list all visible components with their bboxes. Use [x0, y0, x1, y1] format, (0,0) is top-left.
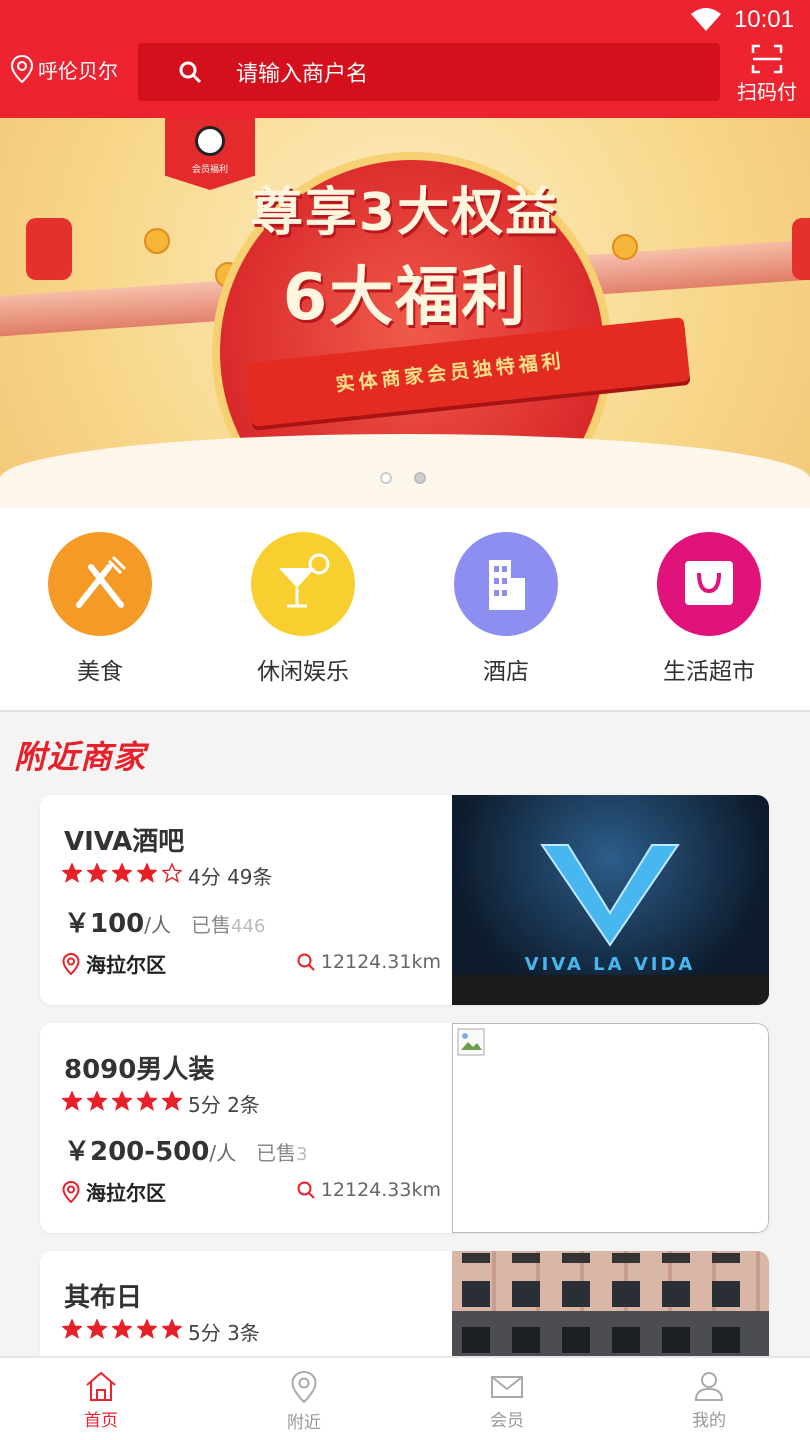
search-icon: [297, 953, 315, 971]
scan-icon: [751, 44, 783, 74]
merchant-name: 其布日: [64, 1283, 143, 1313]
merchant-area: 海拉尔区: [62, 1177, 166, 1206]
merchant-image-broken[interactable]: [452, 1023, 769, 1233]
category-label: 酒店: [483, 659, 529, 685]
image-caption: VIVA LA VIDA: [525, 954, 696, 975]
category-label: 美食: [77, 659, 123, 685]
rating-text: 5分 2条: [188, 1093, 260, 1117]
star-filled-icon: [135, 862, 159, 888]
shopping-bag-icon: [657, 532, 761, 636]
search-icon: [297, 1181, 315, 1199]
user-icon: [694, 1372, 724, 1401]
merchant-rating: 4分 49条: [60, 861, 273, 890]
status-time: 10:01: [733, 6, 794, 33]
home-icon: [86, 1371, 116, 1401]
panda-icon: [195, 126, 225, 156]
location-pin-icon: [291, 1370, 317, 1404]
promo-banner[interactable]: 会员福利 尊享3大权益 6大福利 实体商家会员独特福利: [0, 118, 810, 508]
star-filled-icon: [60, 1090, 84, 1116]
merchant-rating: 5分 3条: [60, 1317, 260, 1346]
star-filled-icon: [60, 1318, 84, 1344]
tab-nearby[interactable]: 附近: [254, 1370, 354, 1433]
merchant-card[interactable]: VIVA酒吧 4分 49条 ￥100/人 已售446 海拉尔区 12124.31k…: [40, 795, 769, 1005]
top-bar: 呼伦贝尔 请输入商户名 扫码付: [0, 40, 810, 118]
location-selector[interactable]: 呼伦贝尔: [10, 54, 118, 84]
category-label: 休闲娱乐: [257, 659, 349, 685]
star-filled-icon: [60, 862, 84, 888]
nearby-merchants-title: 附近商家: [14, 738, 147, 776]
merchant-name: 8090男人装: [64, 1055, 215, 1085]
star-outline-icon: [160, 862, 184, 888]
merchant-name: VIVA酒吧: [64, 827, 185, 857]
star-filled-icon: [85, 1318, 109, 1344]
cloud-decoration: [0, 434, 810, 508]
location-pin-icon: [62, 1180, 80, 1203]
rating-text: 5分 3条: [188, 1321, 260, 1345]
merchant-rating: 5分 2条: [60, 1089, 260, 1118]
merchant-distance: 12124.31km: [297, 951, 441, 973]
merchant-area: 海拉尔区: [62, 949, 166, 978]
category-hotel[interactable]: 酒店: [426, 532, 586, 686]
scan-pay-button[interactable]: 扫码付: [736, 44, 798, 105]
location-pin-icon: [62, 952, 80, 975]
rating-text: 4分 49条: [188, 865, 273, 889]
envelope-icon: [491, 1376, 523, 1398]
star-filled-icon: [85, 862, 109, 888]
search-input[interactable]: 请输入商户名: [138, 43, 720, 101]
tab-home[interactable]: 首页: [51, 1370, 151, 1431]
tab-member[interactable]: 会员: [457, 1370, 557, 1431]
banner-subheadline: 6大福利: [282, 261, 528, 335]
merchant-price: ￥200-500/人 已售3: [64, 1137, 308, 1167]
merchant-card[interactable]: 8090男人装 5分 2条 ￥200-500/人 已售3 海拉尔区 12124.3…: [40, 1023, 769, 1233]
star-filled-icon: [160, 1090, 184, 1116]
merchant-price: ￥100/人 已售446: [64, 909, 266, 939]
star-filled-icon: [85, 1090, 109, 1116]
bottom-tab-bar: 首页 附近 会员 我的: [0, 1356, 810, 1440]
cocktail-icon: [251, 532, 355, 636]
star-filled-icon: [135, 1318, 159, 1344]
category-food[interactable]: 美食: [20, 532, 180, 686]
utensils-icon: [48, 532, 152, 636]
category-grid: 美食 休闲娱乐 酒店 生活超市: [0, 508, 810, 712]
category-leisure[interactable]: 休闲娱乐: [223, 532, 383, 686]
star-rating: [60, 862, 184, 888]
location-label: 呼伦贝尔: [38, 58, 118, 83]
carousel-dot[interactable]: [414, 472, 426, 484]
star-filled-icon: [110, 862, 134, 888]
location-pin-icon: [10, 54, 34, 84]
star-filled-icon: [135, 1090, 159, 1116]
tab-mine[interactable]: 我的: [659, 1370, 759, 1431]
carousel-indicator: [380, 472, 426, 484]
wifi-icon: [691, 8, 721, 31]
star-rating: [60, 1090, 184, 1116]
broken-image-icon: [457, 1028, 485, 1056]
search-placeholder: 请输入商户名: [236, 62, 369, 87]
star-filled-icon: [110, 1318, 134, 1344]
status-bar: 10:01: [0, 0, 810, 40]
star-rating: [60, 1318, 184, 1344]
merchant-distance: 12124.33km: [297, 1179, 441, 1201]
search-icon: [179, 61, 202, 84]
star-filled-icon: [160, 1318, 184, 1344]
scan-pay-label: 扫码付: [737, 80, 797, 104]
merchant-image[interactable]: VIVA LA VIDA: [452, 795, 769, 1005]
carousel-dot[interactable]: [380, 472, 392, 484]
category-label: 生活超市: [663, 659, 755, 685]
category-supermarket[interactable]: 生活超市: [629, 532, 789, 686]
banner-headline: 尊享3大权益: [250, 183, 560, 243]
star-filled-icon: [110, 1090, 134, 1116]
building-icon: [454, 532, 558, 636]
